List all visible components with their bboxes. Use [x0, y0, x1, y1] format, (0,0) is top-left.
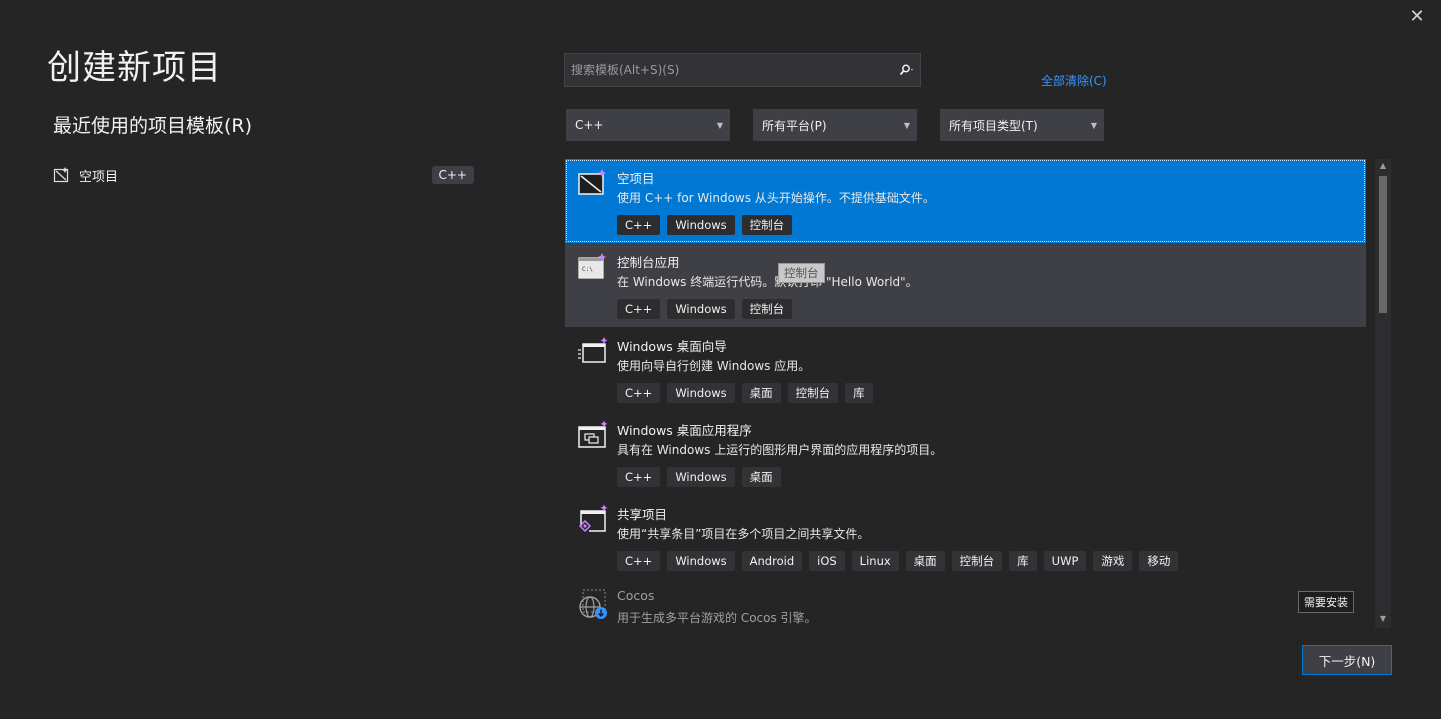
tag: C++	[617, 551, 661, 571]
empty-project-icon	[53, 167, 69, 183]
template-item-cocos[interactable]: Cocos 用于生成多平台游戏的 Cocos 引擎。 需要安装	[565, 579, 1366, 628]
tag: 桌面	[741, 383, 781, 403]
tag: 移动	[1139, 551, 1179, 571]
platform-filter-value: 所有平台(P)	[762, 118, 827, 133]
tag: C++	[617, 299, 661, 319]
tag: Android	[741, 551, 803, 571]
close-button[interactable]: ✕	[1406, 6, 1428, 28]
chevron-down-icon: ▼	[1090, 120, 1098, 130]
desktop-app-icon	[578, 420, 608, 448]
template-item-desktop-app[interactable]: Windows 桌面应用程序 具有在 Windows 上运行的图形用户界面的应用…	[565, 411, 1366, 495]
search-input[interactable]	[565, 62, 894, 78]
next-button[interactable]: 下一步(N)	[1302, 645, 1392, 675]
tag: 库	[845, 383, 873, 403]
tag: Linux	[851, 551, 899, 571]
template-description: 用于生成多平台游戏的 Cocos 引擎。	[617, 611, 817, 625]
tag: C++	[617, 467, 661, 487]
tag: C++	[617, 215, 661, 235]
template-name: 控制台应用	[617, 255, 680, 270]
template-tags: C++ Windows Android iOS Linux 桌面 控制台 库 U…	[617, 551, 1185, 571]
project-type-filter-value: 所有项目类型(T)	[949, 118, 1038, 133]
recent-item-empty-project[interactable]: 空项目 C++	[53, 163, 478, 187]
tag: 控制台	[951, 551, 1003, 571]
tag: Windows	[667, 299, 735, 319]
install-required-badge: 需要安装	[1298, 591, 1354, 613]
template-name: 空项目	[617, 171, 655, 186]
template-description: 在 Windows 终端运行代码。默认打印 "Hello World"。	[617, 275, 918, 289]
recent-templates-heading: 最近使用的项目模板(R)	[53, 115, 253, 137]
template-item-empty-project[interactable]: 空项目 使用 C++ for Windows 从头开始操作。不提供基础文件。 C…	[565, 159, 1366, 243]
close-icon[interactable]: ✕	[1409, 6, 1424, 27]
tag: 控制台	[741, 299, 793, 319]
language-filter-dropdown[interactable]: C++ ▼	[566, 109, 730, 141]
scroll-down-arrow-icon[interactable]: ▼	[1375, 612, 1391, 626]
chevron-down-icon: ▼	[716, 120, 724, 130]
tag: 控制台	[741, 215, 793, 235]
tag: UWP	[1043, 551, 1087, 571]
clear-all-link[interactable]: 全部清除(C)	[1041, 72, 1107, 89]
desktop-wizard-icon	[578, 337, 608, 363]
search-button[interactable]	[894, 54, 920, 86]
chevron-down-icon: ▼	[903, 120, 911, 130]
scrollbar-thumb[interactable]	[1379, 176, 1387, 313]
template-tags: C++ Windows 桌面	[617, 467, 788, 487]
template-description: 使用 C++ for Windows 从头开始操作。不提供基础文件。	[617, 191, 935, 205]
shared-project-icon	[578, 504, 608, 533]
scroll-up-arrow-icon[interactable]: ▲	[1375, 159, 1391, 173]
console-app-icon: C:\	[578, 253, 606, 279]
svg-text:C:\: C:\	[582, 266, 593, 273]
tag: Windows	[667, 467, 735, 487]
page-title: 创建新项目	[47, 48, 222, 88]
cocos-globe-icon	[579, 589, 607, 619]
empty-project-icon	[578, 169, 606, 195]
tag: Windows	[667, 383, 735, 403]
template-description: 具有在 Windows 上运行的图形用户界面的应用程序的项目。	[617, 443, 943, 457]
search-box[interactable]	[564, 53, 921, 87]
search-icon	[899, 64, 913, 76]
template-name: Windows 桌面向导	[617, 339, 727, 354]
template-tags: C++ Windows 桌面 控制台 库	[617, 383, 880, 403]
template-item-shared-project[interactable]: 共享项目 使用“共享条目”项目在多个项目之间共享文件。 C++ Windows …	[565, 495, 1366, 579]
template-list[interactable]: 空项目 使用 C++ for Windows 从头开始操作。不提供基础文件。 C…	[565, 158, 1368, 628]
platform-filter-dropdown[interactable]: 所有平台(P) ▼	[753, 109, 917, 141]
template-item-desktop-wizard[interactable]: Windows 桌面向导 使用向导自行创建 Windows 应用。 C++ Wi…	[565, 327, 1366, 411]
tag: 桌面	[905, 551, 945, 571]
language-filter-value: C++	[575, 118, 604, 132]
tag: 库	[1009, 551, 1037, 571]
tag: 桌面	[741, 467, 781, 487]
project-type-filter-dropdown[interactable]: 所有项目类型(T) ▼	[940, 109, 1104, 141]
template-name: Cocos	[617, 588, 655, 603]
template-item-console-app[interactable]: C:\ 控制台应用 在 Windows 终端运行代码。默认打印 "Hello W…	[565, 243, 1366, 327]
template-description: 使用向导自行创建 Windows 应用。	[617, 359, 811, 373]
tag: 游戏	[1093, 551, 1133, 571]
template-tags: C++ Windows 控制台	[617, 215, 799, 235]
template-name: 共享项目	[617, 507, 668, 522]
tag: Windows	[667, 215, 735, 235]
template-tags: C++ Windows 控制台	[617, 299, 799, 319]
tag: Windows	[667, 551, 735, 571]
tag: 控制台	[787, 383, 839, 403]
template-name: Windows 桌面应用程序	[617, 423, 752, 438]
template-description: 使用“共享条目”项目在多个项目之间共享文件。	[617, 527, 870, 541]
tag: iOS	[809, 551, 845, 571]
recent-item-label: 空项目	[79, 169, 119, 185]
recent-item-tag: C++	[431, 166, 474, 184]
tag-tooltip: 控制台	[778, 263, 825, 283]
tag: C++	[617, 383, 661, 403]
